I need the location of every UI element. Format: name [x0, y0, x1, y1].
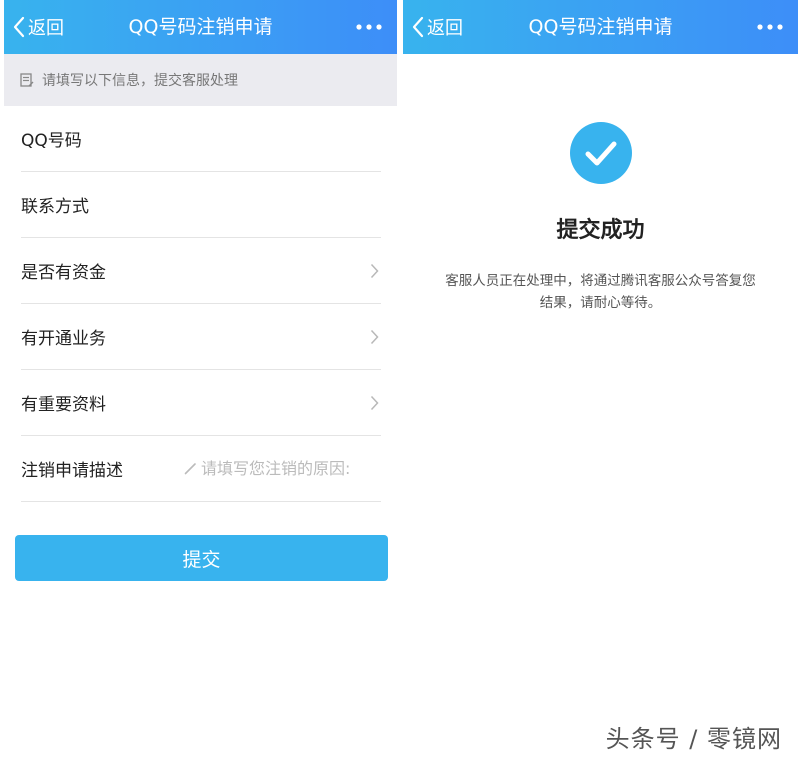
row-label: 有开通业务 [21, 329, 106, 349]
row-label: 联系方式 [21, 197, 89, 217]
navigation-bar: 返回 QQ号码注销申请 [403, 0, 798, 54]
edit-note-icon [20, 72, 34, 88]
notice-bar: 请填写以下信息，提交客服处理 [4, 54, 397, 106]
back-label: 返回 [427, 18, 463, 39]
row-label: QQ号码 [21, 131, 82, 151]
description-input[interactable] [201, 459, 381, 478]
success-title: 提交成功 [556, 218, 645, 243]
back-button[interactable]: 返回 [12, 0, 64, 54]
form-row-important-data[interactable]: 有重要资料 [21, 370, 381, 436]
success-description-line: 结果，请耐心等待。 [539, 295, 662, 311]
back-button[interactable]: 返回 [411, 0, 463, 54]
submit-button[interactable]: 提交 [15, 535, 388, 581]
form: QQ号码 联系方式 是否有资金 有开通业务 有重要资料 注销申请描述 请填写您注… [4, 106, 397, 502]
chevron-left-icon [412, 16, 424, 38]
success-panel: 提交成功 客服人员正在处理中，将通过腾讯客服公众号答复您 结果，请耐心等待。 [403, 54, 798, 314]
watermark: 头条号 / 零镜网 [605, 725, 782, 753]
form-row-services[interactable]: 有开通业务 [21, 304, 381, 370]
success-description: 客服人员正在处理中，将通过腾讯客服公众号答复您 结果，请耐心等待。 [421, 270, 781, 314]
row-label: 有重要资料 [21, 395, 106, 415]
screenshot-stage: 返回 QQ号码注销申请 请填写以下信息，提交客服处理 QQ号码 联系方式 是否有… [0, 0, 800, 764]
form-row-contact[interactable]: 联系方式 [21, 172, 381, 238]
left-screen: 返回 QQ号码注销申请 请填写以下信息，提交客服处理 QQ号码 联系方式 是否有… [4, 0, 397, 764]
more-button[interactable] [750, 0, 790, 54]
notice-text: 请填写以下信息，提交客服处理 [42, 73, 238, 89]
row-label: 是否有资金 [21, 263, 106, 283]
form-row-qq-number[interactable]: QQ号码 [21, 106, 381, 172]
success-description-line: 客服人员正在处理中，将通过腾讯客服公众号答复您 [445, 273, 756, 289]
description-input-wrap [184, 436, 381, 501]
more-button[interactable] [349, 0, 389, 54]
more-dots-icon [757, 24, 783, 30]
right-screen: 返回 QQ号码注销申请 提交成功 客服人员正在处理中，将通过腾讯客服公众号答复您… [403, 0, 798, 764]
chevron-left-icon [13, 16, 25, 38]
chevron-right-icon [370, 329, 379, 344]
pencil-icon [184, 463, 196, 475]
submit-area: 提交 [4, 502, 397, 581]
more-dots-icon [356, 24, 382, 30]
form-row-description: 注销申请描述 [21, 436, 381, 502]
chevron-right-icon [370, 395, 379, 410]
navigation-bar: 返回 QQ号码注销申请 [4, 0, 397, 54]
back-label: 返回 [28, 18, 64, 39]
row-label: 注销申请描述 [21, 461, 123, 481]
check-circle-icon [569, 122, 632, 184]
form-row-funds[interactable]: 是否有资金 [21, 238, 381, 304]
chevron-right-icon [370, 263, 379, 278]
